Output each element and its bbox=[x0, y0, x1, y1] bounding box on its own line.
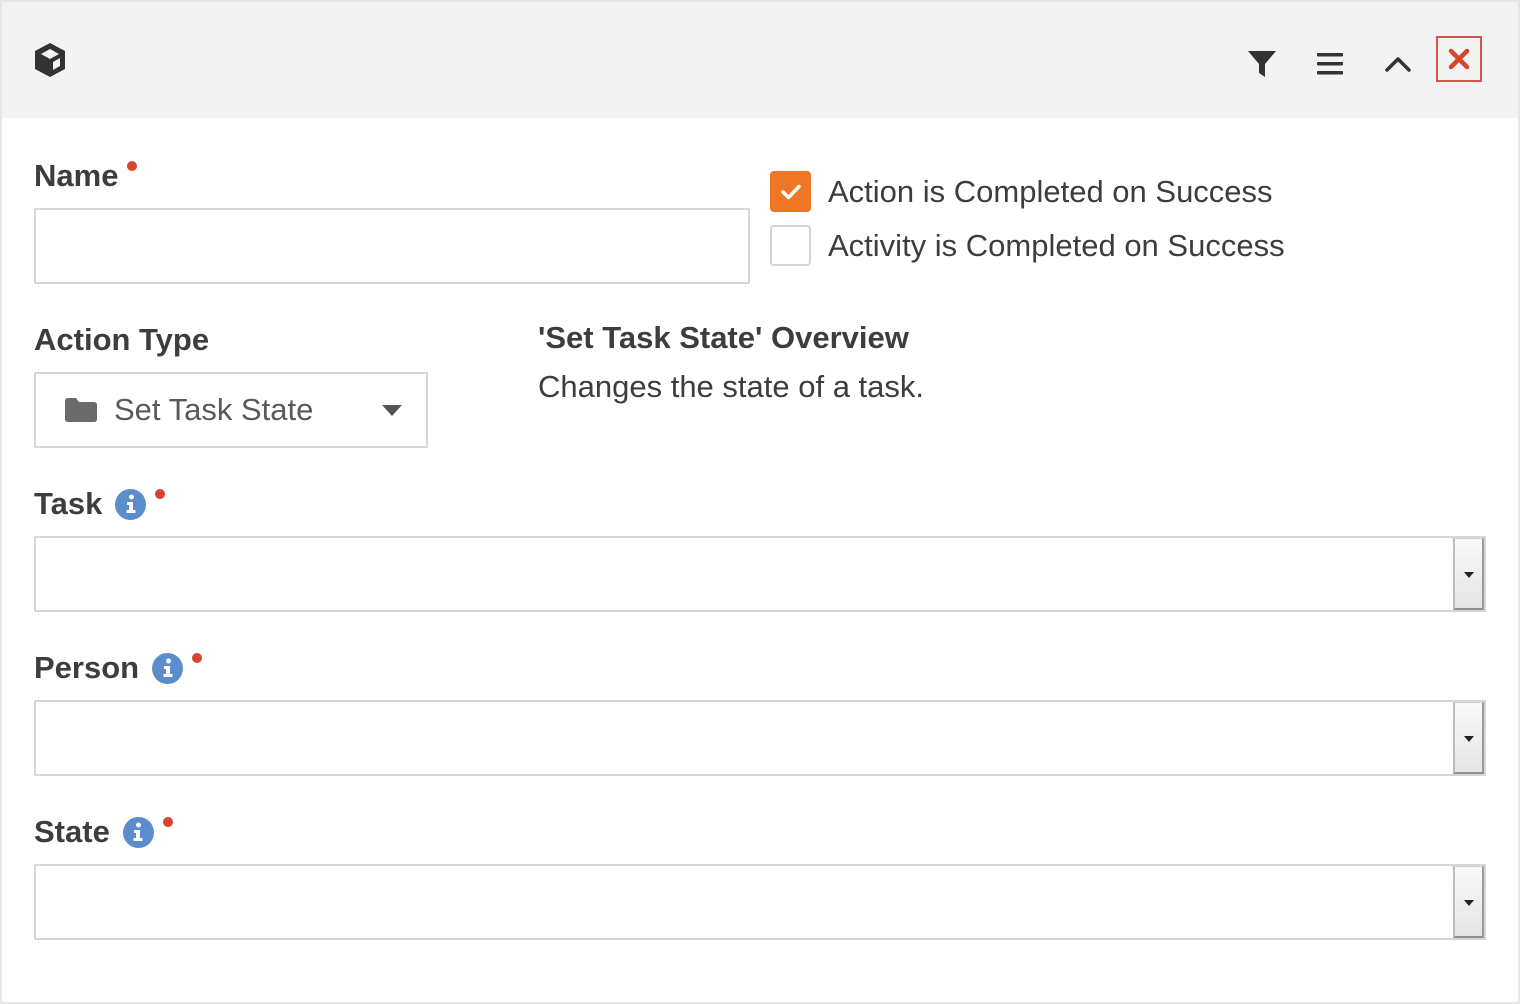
name-label: Name bbox=[34, 158, 138, 194]
required-indicator bbox=[162, 817, 173, 827]
required-indicator bbox=[155, 489, 166, 499]
info-icon[interactable] bbox=[152, 652, 184, 684]
menu-icon[interactable] bbox=[1310, 44, 1350, 84]
checkmark-icon bbox=[780, 183, 802, 201]
required-indicator bbox=[127, 161, 138, 171]
overview-title: 'Set Task State' Overview bbox=[538, 320, 909, 355]
filter-icon[interactable] bbox=[1242, 44, 1282, 84]
activity-completed-checkbox-row[interactable]: Activity is Completed on Success bbox=[770, 225, 1285, 266]
folder-icon bbox=[64, 397, 98, 423]
info-icon[interactable] bbox=[115, 488, 147, 520]
required-indicator bbox=[192, 653, 203, 663]
info-icon[interactable] bbox=[122, 816, 154, 848]
action-type-dropdown[interactable]: Set Task State bbox=[34, 372, 428, 448]
panel-header bbox=[2, 2, 1518, 118]
task-picker-dropdown-button[interactable] bbox=[1453, 538, 1484, 610]
state-picker-dropdown-button[interactable] bbox=[1453, 866, 1484, 938]
cube-icon bbox=[30, 40, 70, 80]
task-picker[interactable] bbox=[34, 536, 1486, 612]
action-completed-label: Action is Completed on Success bbox=[828, 173, 1273, 209]
action-type-label: Action Type bbox=[34, 322, 210, 357]
caret-down-icon bbox=[382, 405, 402, 416]
close-icon bbox=[1448, 48, 1470, 70]
chevron-up-icon[interactable] bbox=[1378, 44, 1418, 84]
person-picker[interactable] bbox=[34, 700, 1486, 776]
person-label: Person bbox=[34, 650, 203, 686]
name-input[interactable] bbox=[34, 208, 750, 284]
activity-completed-checkbox[interactable] bbox=[770, 225, 811, 266]
close-button[interactable] bbox=[1436, 36, 1482, 82]
action-completed-checkbox[interactable] bbox=[770, 171, 811, 212]
state-label: State bbox=[34, 814, 173, 850]
action-editor-panel: Name Action is Completed on Success Acti… bbox=[0, 0, 1520, 1004]
state-picker[interactable] bbox=[34, 864, 1486, 940]
action-completed-checkbox-row[interactable]: Action is Completed on Success bbox=[770, 171, 1273, 212]
action-type-selected: Set Task State bbox=[114, 392, 314, 427]
activity-completed-label: Activity is Completed on Success bbox=[828, 227, 1285, 263]
task-label: Task bbox=[34, 486, 166, 522]
person-picker-dropdown-button[interactable] bbox=[1453, 702, 1484, 774]
overview-description: Changes the state of a task. bbox=[538, 369, 925, 404]
